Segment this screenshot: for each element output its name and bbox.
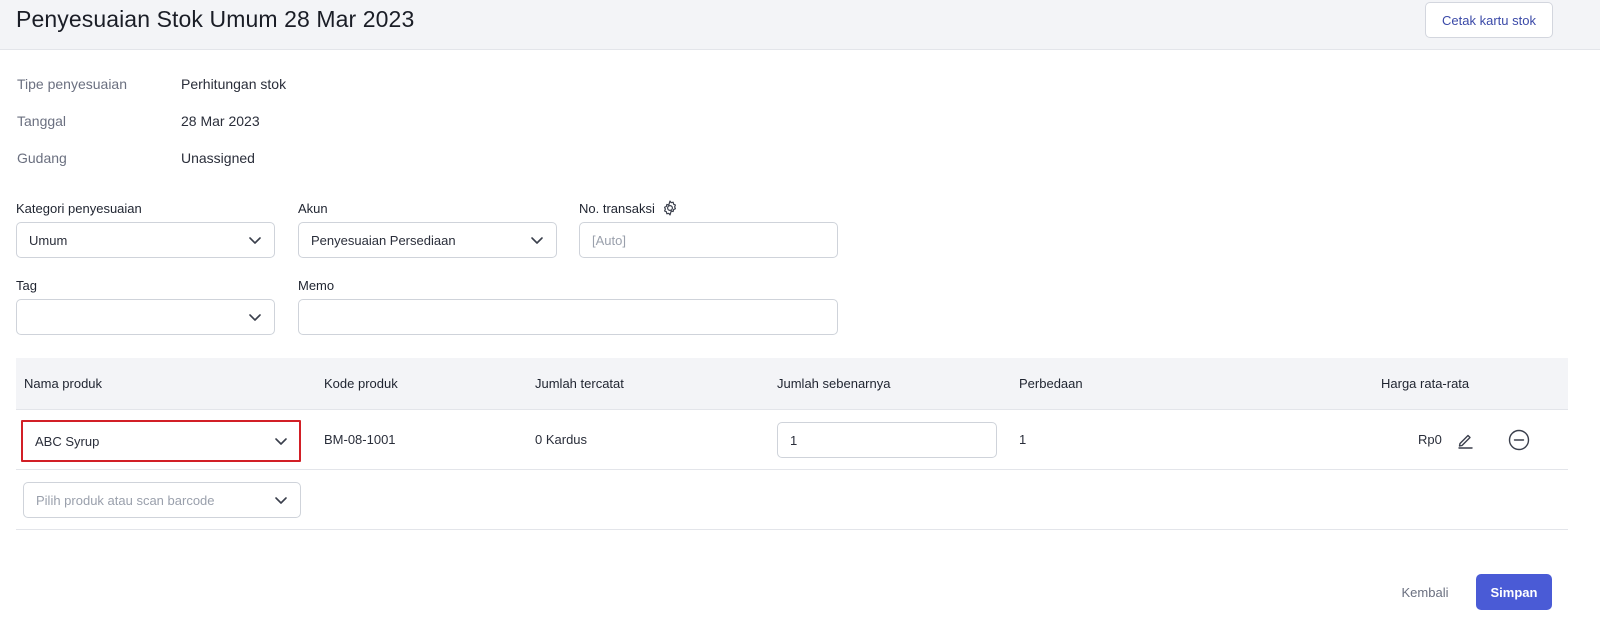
account-select[interactable]: Penyesuaian Persediaan bbox=[298, 222, 557, 258]
actual-qty-input[interactable] bbox=[777, 422, 997, 458]
page-header: Penyesuaian Stok Umum 28 Mar 2023 Cetak … bbox=[0, 0, 1600, 50]
row-divider bbox=[16, 469, 1568, 470]
gear-icon[interactable] bbox=[661, 199, 679, 217]
chevron-down-icon bbox=[274, 493, 288, 507]
add-product-placeholder: Pilih produk atau scan barcode bbox=[36, 492, 215, 508]
print-stock-card-button[interactable]: Cetak kartu stok bbox=[1425, 2, 1553, 38]
column-product-code: Kode produk bbox=[324, 376, 398, 391]
product-code: BM-08-1001 bbox=[324, 432, 396, 447]
pencil-icon[interactable] bbox=[1456, 431, 1474, 449]
info-value-date: 28 Mar 2023 bbox=[181, 113, 260, 129]
category-label: Kategori penyesuaian bbox=[16, 201, 142, 216]
info-label-warehouse: Gudang bbox=[17, 150, 67, 166]
transaction-no-input[interactable] bbox=[579, 222, 838, 258]
back-button[interactable]: Kembali bbox=[1392, 574, 1458, 610]
minus-circle-icon[interactable] bbox=[1508, 429, 1530, 451]
chevron-down-icon bbox=[530, 233, 544, 247]
tag-label: Tag bbox=[16, 278, 37, 293]
column-avg-price: Harga rata-rata bbox=[1381, 376, 1470, 391]
account-value: Penyesuaian Persediaan bbox=[311, 232, 456, 248]
info-value-warehouse: Unassigned bbox=[181, 150, 255, 166]
info-label-type: Tipe penyesuaian bbox=[17, 76, 128, 92]
table-bottom-divider bbox=[16, 529, 1568, 530]
category-value: Umum bbox=[29, 232, 68, 248]
column-recorded-qty: Jumlah tercatat bbox=[535, 376, 624, 391]
avg-price-value: Rp0 bbox=[1418, 432, 1442, 447]
category-select[interactable]: Umum bbox=[16, 222, 275, 258]
difference-value: 1 bbox=[1019, 432, 1027, 447]
column-actual-qty: Jumlah sebenarnya bbox=[777, 376, 891, 391]
highlight-box bbox=[21, 420, 301, 462]
column-difference: Perbedaan bbox=[1019, 376, 1083, 391]
account-label: Akun bbox=[298, 201, 328, 216]
column-product-name: Nama produk bbox=[24, 376, 103, 391]
recorded-qty: 0 Kardus bbox=[535, 432, 588, 447]
chevron-down-icon bbox=[248, 310, 262, 324]
chevron-down-icon bbox=[248, 233, 262, 247]
tag-select[interactable] bbox=[16, 299, 275, 335]
add-product-select[interactable]: Pilih produk atau scan barcode bbox=[23, 482, 301, 518]
save-button[interactable]: Simpan bbox=[1476, 574, 1552, 610]
product-table-header: Nama produk Kode produk Jumlah tercatat … bbox=[16, 358, 1568, 410]
transaction-no-label: No. transaksi bbox=[579, 199, 679, 217]
memo-input[interactable] bbox=[298, 299, 838, 335]
info-label-date: Tanggal bbox=[17, 113, 67, 129]
memo-label: Memo bbox=[298, 278, 335, 293]
info-value-type: Perhitungan stok bbox=[181, 76, 287, 92]
page-title: Penyesuaian Stok Umum 28 Mar 2023 bbox=[16, 6, 415, 32]
